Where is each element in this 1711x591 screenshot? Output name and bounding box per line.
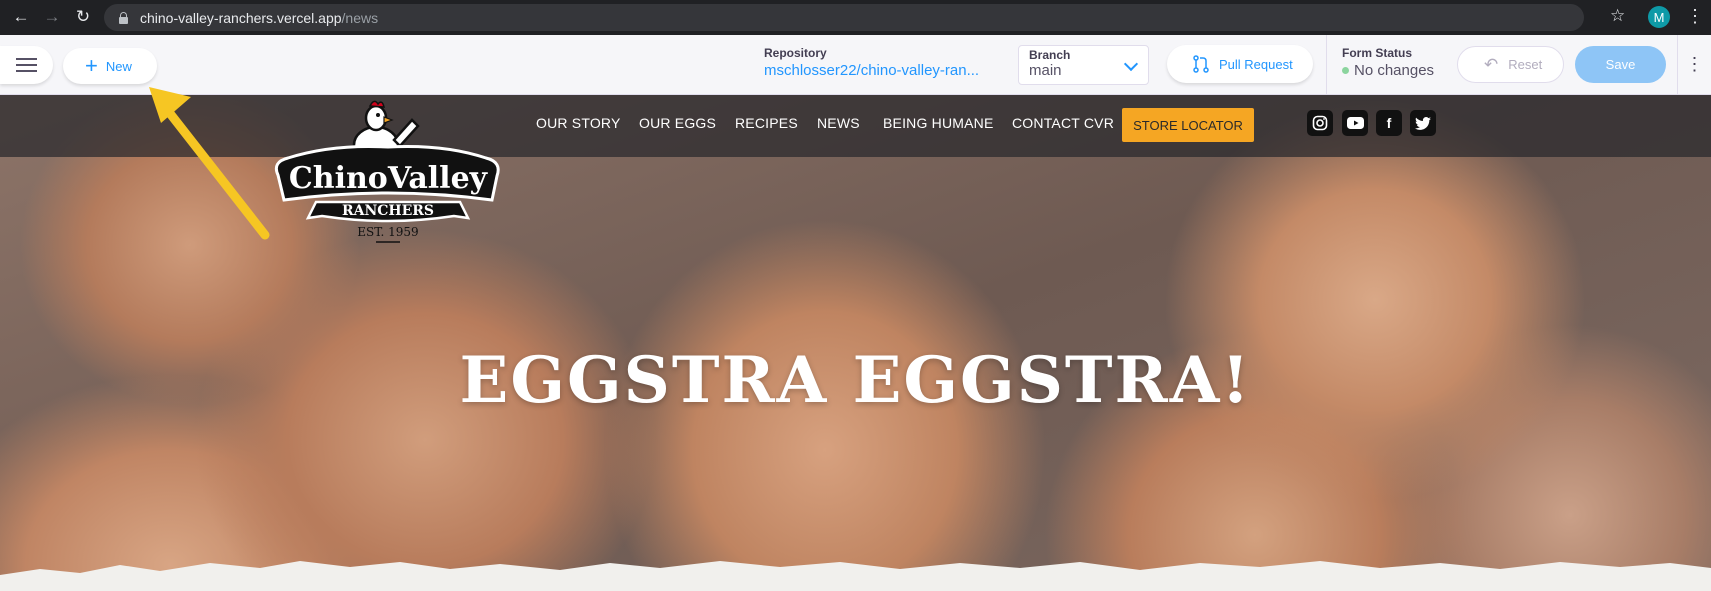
hero-headline: EGGSTRA EGGSTRA! <box>459 343 1252 418</box>
nav-recipes[interactable]: RECIPES <box>735 115 798 131</box>
url-host: chino-valley-ranchers.vercel.app <box>140 9 342 26</box>
address-bar[interactable]: chino-valley-ranchers.vercel.app/news <box>104 4 1584 31</box>
form-status-label: Form Status <box>1342 46 1413 60</box>
nav-contact[interactable]: CONTACT CVR <box>1012 115 1114 131</box>
form-status-value: No changes <box>1354 62 1435 79</box>
branch-select[interactable]: Branch main <box>1018 45 1149 85</box>
reload-icon[interactable]: ↻ <box>71 5 95 29</box>
logo-title: ChinoValley <box>289 161 489 196</box>
repository-info: Repository mschlosser22/chino-valley-ran… <box>764 46 979 79</box>
logo-est: EST. 1959 <box>357 225 418 239</box>
reset-label: Reset <box>1508 57 1543 72</box>
new-button[interactable]: + New <box>63 48 157 84</box>
logo-subtitle: RANCHERS <box>342 203 434 219</box>
store-locator-button[interactable]: STORE LOCATOR <box>1122 108 1254 142</box>
lock-icon <box>118 11 128 24</box>
instagram-icon[interactable] <box>1307 110 1333 136</box>
undo-icon: ↶ <box>1484 54 1499 74</box>
torn-paper-edge <box>0 561 1711 591</box>
status-dot-icon <box>1342 67 1349 74</box>
chino-valley-logo[interactable]: ChinoValley RANCHERS EST. 1959 <box>272 100 504 245</box>
reset-button[interactable]: ↶ Reset <box>1457 46 1564 83</box>
profile-avatar[interactable]: M <box>1648 6 1670 28</box>
hamburger-icon <box>16 58 37 72</box>
youtube-icon[interactable] <box>1342 110 1368 136</box>
repository-label: Repository <box>764 46 827 60</box>
toolbar-more-icon[interactable]: ⋮ <box>1677 35 1711 94</box>
url-path: /news <box>341 9 379 26</box>
nav-our-story[interactable]: OUR STORY <box>536 115 621 131</box>
nav-our-eggs[interactable]: OUR EGGS <box>639 115 716 131</box>
new-button-label: New <box>105 58 132 74</box>
toolbar-divider <box>1326 35 1327 94</box>
save-button[interactable]: Save <box>1575 46 1666 83</box>
pull-request-label: Pull Request <box>1219 56 1293 72</box>
branch-label: Branch <box>1029 48 1071 62</box>
repository-link[interactable]: mschlosser22/chino-valley-ran... <box>764 62 979 79</box>
twitter-icon[interactable] <box>1410 110 1436 136</box>
annotation-arrow-icon <box>149 87 270 240</box>
pull-request-icon <box>1193 55 1209 73</box>
nav-being-humane[interactable]: BEING HUMANE <box>883 115 994 131</box>
star-icon[interactable]: ☆ <box>1610 6 1625 26</box>
browser-chrome: ← → ↻ chino-valley-ranchers.vercel.app/n… <box>0 0 1711 35</box>
form-status: Form Status No changes <box>1342 46 1434 79</box>
forward-icon[interactable]: → <box>40 5 64 29</box>
branch-value: main <box>1029 62 1062 79</box>
facebook-icon[interactable]: f <box>1376 110 1402 136</box>
pull-request-button[interactable]: Pull Request <box>1167 45 1313 83</box>
back-icon[interactable]: ← <box>9 5 33 29</box>
nav-news[interactable]: NEWS <box>817 115 860 131</box>
plus-icon: + <box>85 53 98 78</box>
menu-button[interactable] <box>0 46 53 84</box>
more-icon[interactable]: ⋮ <box>1686 5 1704 27</box>
